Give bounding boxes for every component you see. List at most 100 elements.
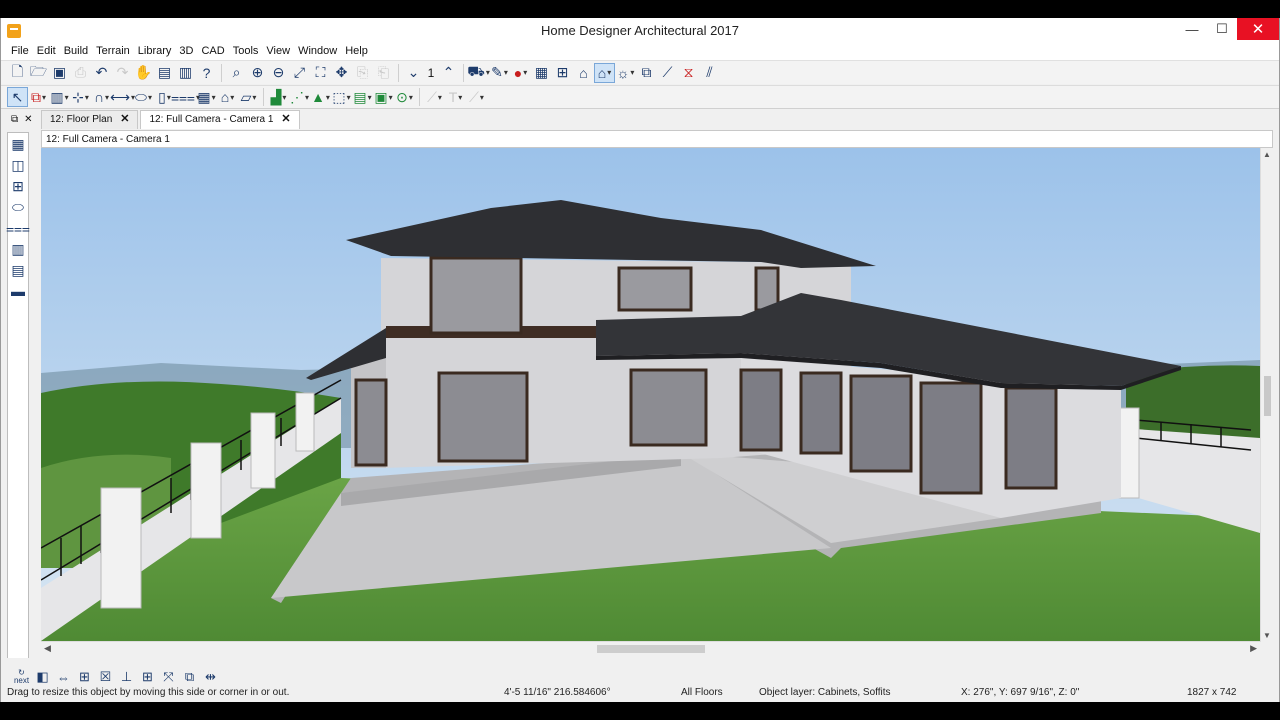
find-icon[interactable]: ⊙ <box>394 87 415 107</box>
menu-build[interactable]: Build <box>60 44 92 60</box>
scroll-left-icon[interactable]: ◀ <box>44 643 51 654</box>
fit-icon[interactable]: ⛶ <box>310 63 331 83</box>
scroll-up-icon[interactable]: ▲ <box>1263 150 1271 159</box>
minimize-button[interactable]: — <box>1177 18 1207 40</box>
menu-3d[interactable]: 3D <box>175 44 197 60</box>
appliance-palette-icon[interactable]: ▤ <box>8 260 28 280</box>
menu-view[interactable]: View <box>262 44 294 60</box>
select-objects-icon[interactable]: ↖ <box>7 87 28 107</box>
floor-down-icon[interactable]: ⌄ <box>403 63 424 83</box>
slab-palette-icon[interactable]: ⬭ <box>8 197 28 217</box>
paste-icon[interactable]: ⎗ <box>373 63 394 83</box>
door-palette-icon[interactable]: ◫ <box>8 155 28 175</box>
wall-type-icon[interactable]: ⊹ <box>70 87 91 107</box>
library-icon[interactable]: ▤ <box>154 63 175 83</box>
library-browser-icon[interactable]: ▤ <box>352 87 373 107</box>
edit-icon[interactable]: ⧉ <box>28 87 49 107</box>
camera-viewport[interactable] <box>41 148 1260 641</box>
hill-icon[interactable]: ▲ <box>310 87 331 107</box>
text-tool-icon[interactable]: T <box>445 87 466 107</box>
dimension-icon[interactable]: ⟷ <box>110 87 133 107</box>
slab-icon[interactable]: ⬭ <box>133 87 154 107</box>
pan-icon[interactable]: ✥ <box>331 63 352 83</box>
vertical-scrollbar[interactable]: ▲ ▼ <box>1260 148 1273 642</box>
stair-palette-icon[interactable]: ⩶ <box>6 218 30 238</box>
menu-terrain[interactable]: Terrain <box>92 44 134 60</box>
line-tool-icon[interactable]: ⟋ <box>424 87 445 107</box>
zoom-out-icon[interactable]: ⊖ <box>268 63 289 83</box>
framing-icon[interactable]: ⏥ <box>238 87 259 107</box>
zoom-in-icon[interactable]: ⊕ <box>247 63 268 83</box>
tape-icon[interactable]: ✎ <box>489 63 510 83</box>
camera-icon[interactable]: ⛟ <box>467 63 489 83</box>
horizontal-scroll-thumb[interactable] <box>597 645 705 653</box>
maximize-button[interactable]: ☐ <box>1207 18 1237 40</box>
paint-icon[interactable]: ⫽ <box>699 63 720 83</box>
arc-wall-icon[interactable]: ∩ <box>91 87 112 107</box>
floor-up-icon[interactable]: ⌃ <box>438 63 459 83</box>
status-floors: All Floors <box>681 687 723 698</box>
stairs-icon[interactable]: ⩶ <box>171 87 196 107</box>
text-icon[interactable]: ⬚ <box>331 87 352 107</box>
new-plan-icon[interactable]: 🗋 <box>7 63 28 83</box>
main-toolbar: 🗋 🗁 ▣ ⎙ ↶ ↷ ✋ ▤ ▥ ? ⌕ ⊕ ⊖ ⤢ ⛶ ✥ ⎘ ⎗ ⌄ 1 … <box>1 60 1279 84</box>
redo-icon[interactable]: ↷ <box>112 63 133 83</box>
close-button[interactable]: ✕ <box>1237 18 1279 40</box>
roof-icon[interactable]: ⌂ <box>573 63 594 83</box>
transform-icon[interactable]: ⧉ <box>636 63 657 83</box>
counter-palette-icon[interactable]: ▬ <box>8 281 28 301</box>
help-icon[interactable]: ? <box>196 63 217 83</box>
vertical-scroll-thumb[interactable] <box>1264 376 1271 416</box>
status-bar: Drag to resize this object by moving thi… <box>1 684 1279 702</box>
menu-window[interactable]: Window <box>294 44 341 60</box>
record-icon[interactable]: ● <box>510 63 531 83</box>
floor-number: 1 <box>427 65 435 80</box>
status-coordinates: X: 276", Y: 697 9/16", Z: 0" <box>961 687 1080 698</box>
status-view-size: 1827 x 742 <box>1187 687 1237 698</box>
elevation-icon[interactable]: ⊞ <box>552 63 573 83</box>
close-tab-icon[interactable]: ✕ <box>120 114 129 129</box>
close-palette-icon[interactable]: ✕ <box>24 114 32 125</box>
scroll-down-icon[interactable]: ▼ <box>1263 631 1271 640</box>
eyedropper-icon[interactable]: ⟋ <box>657 63 678 83</box>
menu-tools[interactable]: Tools <box>229 44 263 60</box>
status-layer: Object layer: Cabinets, Soffits <box>759 687 891 698</box>
float-palette-icon[interactable]: ⧉ <box>11 114 18 125</box>
close-tab-icon[interactable]: ✕ <box>281 114 290 129</box>
tab-full-camera[interactable]: 12: Full Camera - Camera 1 ✕ <box>140 110 300 129</box>
terrain-icon[interactable]: ▟ <box>268 87 289 107</box>
material-icon[interactable]: ⧖ <box>678 63 699 83</box>
copy-icon[interactable]: ⎘ <box>352 63 373 83</box>
window-palette-icon[interactable]: ⊞ <box>8 176 28 196</box>
menu-bar: File Edit Build Terrain Library 3D CAD T… <box>1 44 1279 60</box>
cabinet-palette-icon[interactable]: ▦ <box>8 134 28 154</box>
undo-icon[interactable]: ↶ <box>91 63 112 83</box>
menu-cad[interactable]: CAD <box>197 44 228 60</box>
cabinet-icon[interactable]: ▦ <box>196 87 217 107</box>
tab-label: 12: Floor Plan <box>50 114 113 125</box>
parts-icon[interactable]: ▥ <box>175 63 196 83</box>
material-painter-icon[interactable]: ▣ <box>373 87 394 107</box>
menu-library[interactable]: Library <box>134 44 176 60</box>
fixture-icon[interactable]: ⌂ <box>217 87 238 107</box>
scroll-right-icon[interactable]: ▶ <box>1250 643 1257 654</box>
sun-icon[interactable]: ☼ <box>615 63 636 83</box>
plant-icon[interactable]: ⋰ <box>289 87 310 107</box>
select-hand-icon[interactable]: ✋ <box>133 63 154 83</box>
horizontal-scrollbar[interactable]: ◀ ▶ <box>41 641 1260 654</box>
zoom-icon[interactable]: ⌕ <box>226 63 247 83</box>
save-icon[interactable]: ▣ <box>49 63 70 83</box>
render-icon[interactable]: ▦ <box>531 63 552 83</box>
menu-edit[interactable]: Edit <box>33 44 60 60</box>
menu-file[interactable]: File <box>7 44 33 60</box>
print-icon[interactable]: ⎙ <box>70 63 91 83</box>
view-title: 12: Full Camera - Camera 1 <box>41 130 1273 148</box>
menu-help[interactable]: Help <box>341 44 372 60</box>
wall-palette-icon[interactable]: ▥ <box>8 239 28 259</box>
tab-floor-plan[interactable]: 12: Floor Plan ✕ <box>41 110 139 129</box>
open-icon[interactable]: 🗁 <box>28 63 49 83</box>
wall-tool-icon[interactable]: ▥ <box>49 87 70 107</box>
house-camera-icon[interactable]: ⌂ <box>594 62 615 83</box>
cad-line-icon[interactable]: ⟋ <box>466 87 487 107</box>
fill-window-icon[interactable]: ⤢ <box>289 63 310 83</box>
